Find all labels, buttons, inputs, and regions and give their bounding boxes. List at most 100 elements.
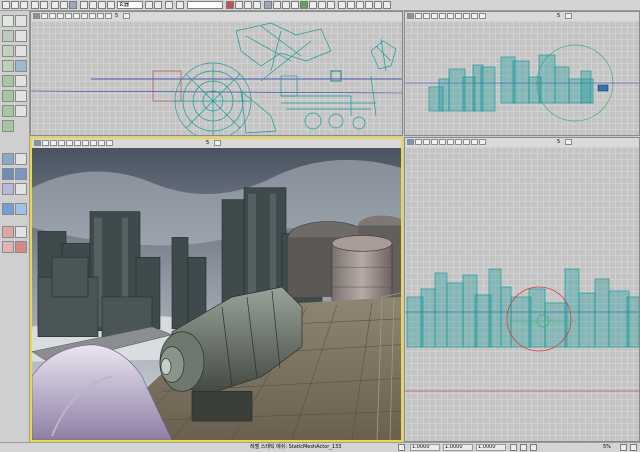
stop-icon[interactable]: [244, 1, 252, 9]
coord-z-field[interactable]: 1.0000: [476, 444, 506, 451]
zoom-icon[interactable]: [98, 1, 106, 9]
detail-icon[interactable]: [447, 139, 454, 145]
resize-grip-icon[interactable]: [630, 444, 637, 451]
wireframe-icon[interactable]: [423, 13, 430, 19]
wireframe-view[interactable]: [405, 147, 639, 441]
group-icon[interactable]: [318, 1, 326, 9]
sphere-brush-icon[interactable]: [2, 105, 14, 117]
lit-icon[interactable]: [439, 139, 446, 145]
lit-icon[interactable]: [65, 13, 72, 19]
camera-icon[interactable]: [253, 1, 261, 9]
collision-icon[interactable]: [455, 139, 462, 145]
copy-icon[interactable]: [60, 1, 68, 9]
kismet-icon[interactable]: [273, 1, 281, 9]
maximize-icon[interactable]: [123, 13, 130, 19]
new-icon[interactable]: [2, 1, 10, 9]
unlit-icon[interactable]: [431, 139, 438, 145]
wireframe-view[interactable]: [31, 21, 402, 135]
add-special-icon[interactable]: [15, 183, 27, 195]
realtime-icon[interactable]: [42, 140, 49, 146]
camera-mode-icon[interactable]: [2, 15, 14, 27]
lock-icon[interactable]: [105, 13, 112, 19]
invert-selection-icon[interactable]: [15, 226, 27, 238]
help-icon[interactable]: [383, 1, 391, 9]
actor-icon[interactable]: [145, 1, 153, 9]
terrain-mode-icon[interactable]: [2, 30, 14, 42]
lock-icon[interactable]: [479, 13, 486, 19]
csg-icon[interactable]: [2, 120, 14, 132]
cylinder-brush-icon[interactable]: [2, 60, 14, 72]
texture-mode-icon[interactable]: [15, 30, 27, 42]
show-flags-icon[interactable]: [89, 13, 96, 19]
curved-stair-icon[interactable]: [2, 90, 14, 102]
unlit-icon[interactable]: [58, 140, 65, 146]
grid-icon[interactable]: [356, 1, 364, 9]
viewport-type-icon[interactable]: [407, 139, 414, 145]
detail-icon[interactable]: [73, 13, 80, 19]
rotation-grid-icon[interactable]: [520, 444, 527, 451]
show-flags-icon[interactable]: [90, 140, 97, 146]
matinee-icon[interactable]: [282, 1, 290, 9]
cone-brush-icon[interactable]: [15, 45, 27, 57]
wireframe-view[interactable]: [405, 21, 639, 135]
lighting-icon[interactable]: [226, 1, 234, 9]
geometry-icon[interactable]: [165, 1, 173, 9]
game-view-icon[interactable]: [97, 13, 104, 19]
linear-stair-icon[interactable]: [15, 75, 27, 87]
deintersect-csg-icon[interactable]: [15, 168, 27, 180]
game-view-icon[interactable]: [98, 140, 105, 146]
show-flags-icon[interactable]: [463, 13, 470, 19]
perspective-viewport[interactable]: 5: [30, 137, 403, 442]
sheet-brush-icon[interactable]: [15, 60, 27, 72]
collision-icon[interactable]: [81, 13, 88, 19]
collision-icon[interactable]: [455, 13, 462, 19]
coord-x-field[interactable]: 1.0000: [410, 444, 440, 451]
tetrahedron-icon[interactable]: [15, 105, 27, 117]
terrain-icon[interactable]: [300, 1, 308, 9]
subtract-csg-icon[interactable]: [15, 153, 27, 165]
top-viewport[interactable]: 5: [30, 11, 403, 136]
maximize-icon[interactable]: [565, 139, 572, 145]
realtime-icon[interactable]: [415, 139, 422, 145]
show-all-icon[interactable]: [2, 241, 14, 253]
maximize-icon[interactable]: [565, 13, 572, 19]
game-view-icon[interactable]: [471, 13, 478, 19]
volume-icon[interactable]: [338, 1, 346, 9]
lock-icon[interactable]: [106, 140, 113, 146]
show-selected-icon[interactable]: [2, 203, 14, 215]
layer-icon[interactable]: [327, 1, 335, 9]
lit-icon[interactable]: [66, 140, 73, 146]
rotate-snap-icon[interactable]: [365, 1, 373, 9]
wireframe-icon[interactable]: [423, 139, 430, 145]
stair-brush-icon[interactable]: [2, 75, 14, 87]
cube-brush-icon[interactable]: [2, 45, 14, 57]
maximize-icon[interactable]: [214, 140, 221, 146]
unlit-icon[interactable]: [431, 13, 438, 19]
wireframe-icon[interactable]: [50, 140, 57, 146]
front-viewport[interactable]: 5: [404, 137, 640, 442]
geometry-mode-icon[interactable]: [15, 15, 27, 27]
search-icon[interactable]: [80, 1, 88, 9]
scale-snap-icon[interactable]: [374, 1, 382, 9]
material-icon[interactable]: [291, 1, 299, 9]
select-inside-icon[interactable]: [2, 226, 14, 238]
hide-unselected-icon[interactable]: [15, 241, 27, 253]
coord-y-field[interactable]: 1.0000: [443, 444, 473, 451]
realtime-icon[interactable]: [415, 13, 422, 19]
play-icon[interactable]: [235, 1, 243, 9]
detail-icon[interactable]: [447, 13, 454, 19]
intersect-csg-icon[interactable]: [2, 168, 14, 180]
settings-icon[interactable]: [620, 444, 627, 451]
browser-icon[interactable]: [89, 1, 97, 9]
filter-icon[interactable]: [107, 1, 115, 9]
viewport-type-icon[interactable]: [33, 13, 40, 19]
side-viewport[interactable]: 5: [404, 11, 640, 136]
wireframe-icon[interactable]: [49, 13, 56, 19]
viewport-type-icon[interactable]: [34, 140, 41, 146]
show-flags-icon[interactable]: [463, 139, 470, 145]
drag-grid-icon[interactable]: [510, 444, 517, 451]
lock-icon[interactable]: [398, 444, 405, 451]
open-icon[interactable]: [11, 1, 19, 9]
viewport-type-icon[interactable]: [407, 13, 414, 19]
lock-icon[interactable]: [479, 139, 486, 145]
